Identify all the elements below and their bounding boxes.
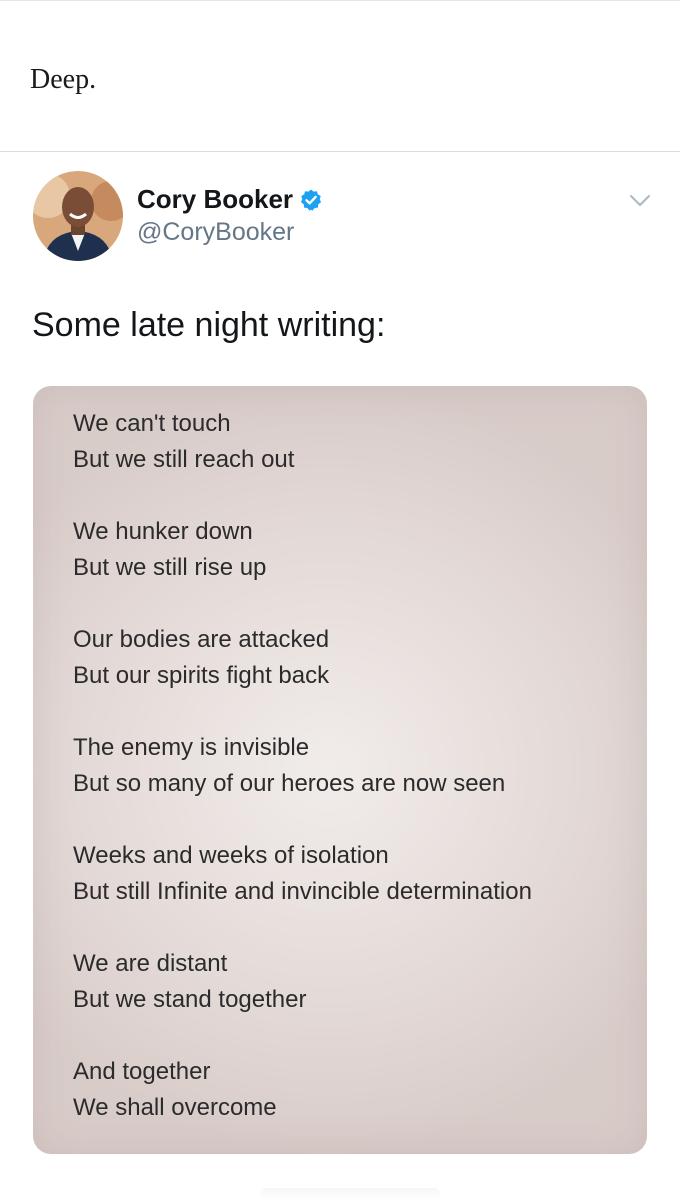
- tweet-text: Some late night writing:: [32, 306, 386, 344]
- poem-line: We shall overcome: [73, 1094, 277, 1121]
- poem-text: We can't touch But we still reach out We h…: [73, 406, 532, 1154]
- poem-line: But we stand together: [73, 986, 307, 1013]
- poem-line: We can't touch: [73, 410, 231, 437]
- poem-line: We hunker down: [73, 518, 253, 545]
- poem-stanza: We can't touch But we still reach out: [73, 406, 532, 478]
- section-divider: [0, 151, 680, 152]
- poem-line: We are distant: [73, 950, 228, 977]
- poem-line: But we still rise up: [73, 554, 267, 581]
- poem-stanza: And together We shall overcome: [73, 1054, 532, 1126]
- poem-stanza: We hunker down But we still rise up: [73, 514, 532, 586]
- quote-caption: Deep.: [30, 64, 97, 95]
- poem-stanza: We are distant But we stand together: [73, 946, 532, 1018]
- author-name[interactable]: Cory Booker: [137, 184, 293, 215]
- poem-line: But we still reach out: [73, 446, 295, 473]
- poem-stanza: The enemy is invisible But so many of our…: [73, 730, 532, 802]
- poem-line: Weeks and weeks of isolation: [73, 842, 389, 869]
- top-divider: [0, 0, 680, 1]
- poem-line: But still Infinite and invincible determ…: [73, 878, 532, 905]
- chevron-down-icon[interactable]: [628, 190, 652, 210]
- verified-badge-icon: [299, 188, 323, 212]
- poem-line: But our spirits fight back: [73, 662, 330, 689]
- poem-line: The enemy is invisible: [73, 734, 310, 761]
- poem-line: But so many of our heroes are now seen: [73, 770, 506, 797]
- avatar[interactable]: [33, 171, 123, 261]
- poem-image[interactable]: We can't touch But we still reach out We h…: [33, 386, 647, 1154]
- author-handle[interactable]: @CoryBooker: [137, 218, 294, 247]
- cropped-content: [260, 1188, 440, 1200]
- poem-stanza: Weeks and weeks of isolation But still In…: [73, 838, 532, 910]
- poem-line: And together: [73, 1058, 211, 1085]
- author-row[interactable]: Cory Booker: [137, 184, 323, 215]
- poem-line: Our bodies are attacked: [73, 626, 330, 653]
- poem-stanza: Our bodies are attacked But our spirits f…: [73, 622, 532, 694]
